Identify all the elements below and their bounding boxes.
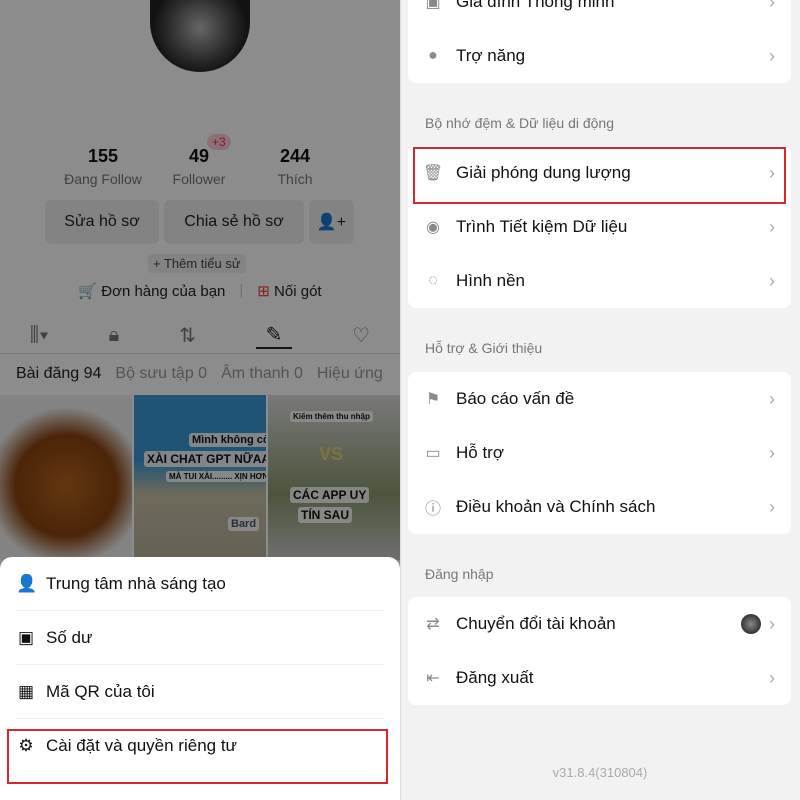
chevron-right-icon: › (769, 216, 775, 237)
qr-icon: ▦ (17, 681, 35, 701)
highlight-box (413, 147, 786, 204)
row-label: Trình Tiết kiệm Dữ liệu (456, 217, 628, 236)
menu-label: Số dư (46, 627, 93, 647)
chevron-right-icon: › (769, 388, 775, 409)
row-switch-account[interactable]: ⇄ Chuyển đổi tài khoản › (408, 597, 791, 651)
settings-card: ▣ Gia đình Thông minh › ● Trợ năng › (408, 0, 791, 83)
row-wallpaper[interactable]: ◌ Hình nền › (408, 254, 791, 308)
chevron-right-icon: › (769, 0, 775, 12)
profile-screen: 155 Đang Follow 49 Follower +3 244 Thích Sử… (0, 0, 400, 800)
chevron-right-icon: › (769, 270, 775, 291)
row-terms[interactable]: ⓘ Điều khoản và Chính sách › (408, 480, 791, 534)
menu-label: Mã QR của tôi (46, 681, 155, 701)
row-accessibility[interactable]: ● Trợ năng › (408, 29, 791, 83)
menu-item-creator-center[interactable]: 👤 Trung tâm nhà sáng tạo (16, 557, 384, 611)
home-icon: ▣ (425, 0, 441, 11)
account-avatar (741, 614, 761, 634)
highlight-box (7, 729, 388, 784)
row-label: Báo cáo vấn đề (456, 389, 575, 408)
row-label: Hình nền (456, 271, 525, 290)
row-logout[interactable]: ⇤ Đăng xuất › (408, 651, 791, 705)
row-label: Trợ năng (456, 46, 526, 65)
flag-icon: ⚑ (425, 391, 441, 408)
row-report[interactable]: ⚑ Báo cáo vấn đề › (408, 372, 791, 426)
version-label: v31.8.4(310804) (552, 765, 648, 780)
logout-icon: ⇤ (426, 670, 440, 687)
chevron-right-icon: › (769, 442, 775, 463)
wallet-icon: ▣ (17, 627, 35, 647)
row-label: Điều khoản và Chính sách (456, 497, 656, 516)
row-label: Gia đình Thông minh (456, 0, 615, 11)
settings-card: ⚑ Báo cáo vấn đề › ▭ Hỗ trợ › ⓘ Điều khoản và… (408, 372, 791, 534)
chevron-right-icon: › (769, 496, 775, 517)
row-data-saver[interactable]: ◉ Trình Tiết kiệm Dữ liệu › (408, 200, 791, 254)
wallpaper-icon: ◌ (428, 272, 438, 289)
accessibility-icon: ● (428, 47, 438, 64)
row-label: Hỗ trợ (456, 443, 504, 462)
creator-icon: 👤 (16, 573, 38, 593)
support-icon: ▭ (425, 445, 441, 462)
section-header: Đăng nhập (425, 566, 494, 582)
menu-item-balance[interactable]: ▣ Số dư (16, 611, 384, 665)
section-header: Hỗ trợ & Giới thiệu (425, 340, 543, 356)
row-label: Đăng xuất (456, 668, 534, 687)
section-header: Bộ nhớ đệm & Dữ liệu di động (425, 115, 614, 131)
row-support[interactable]: ▭ Hỗ trợ › (408, 426, 791, 480)
settings-card: ⇄ Chuyển đổi tài khoản › ⇤ Đăng xuất › (408, 597, 791, 705)
chevron-right-icon: › (769, 667, 775, 688)
data-saver-icon: ◉ (426, 219, 440, 236)
row-smart-family[interactable]: ▣ Gia đình Thông minh › (408, 0, 791, 29)
menu-item-qr[interactable]: ▦ Mã QR của tôi (16, 665, 384, 719)
row-label: Chuyển đổi tài khoản (456, 614, 616, 633)
info-icon: ⓘ (424, 501, 441, 518)
chevron-right-icon: › (769, 45, 775, 66)
switch-icon: ⇄ (426, 616, 440, 633)
menu-label: Trung tâm nhà sáng tạo (46, 573, 226, 593)
chevron-right-icon: › (769, 613, 775, 634)
